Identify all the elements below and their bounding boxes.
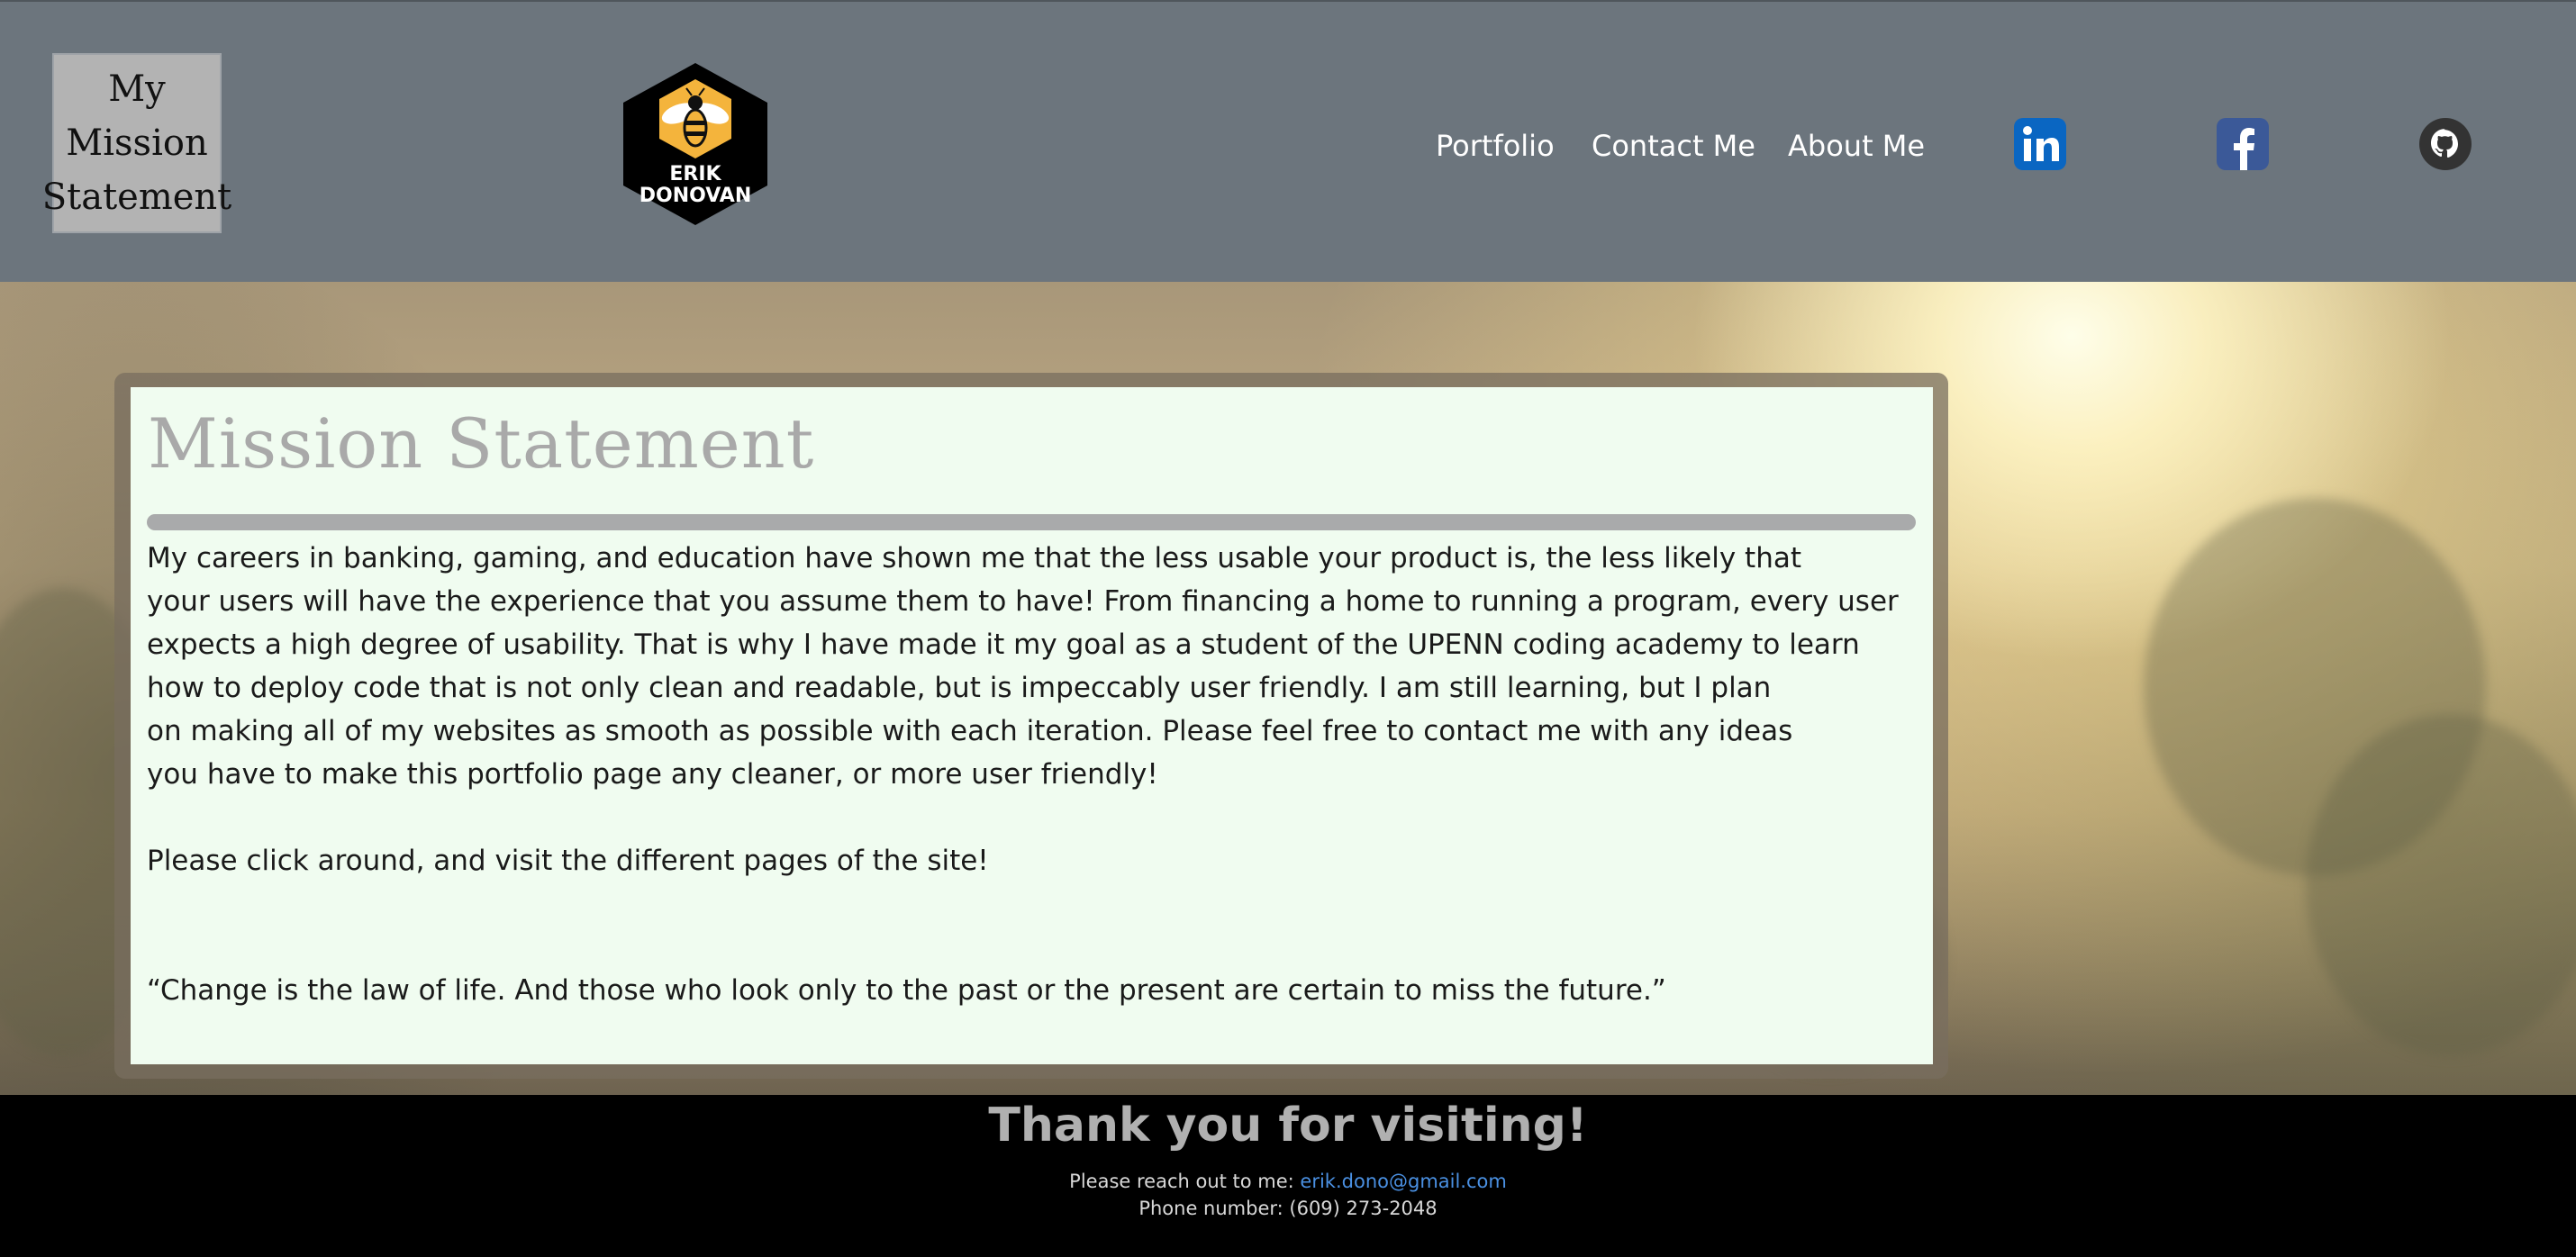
phone-text: Phone number: (609) 273-2048 xyxy=(1138,1198,1438,1219)
github-link[interactable] xyxy=(2417,116,2473,172)
background-tree xyxy=(2306,714,2576,1056)
logo-text-line2: DONOVAN xyxy=(639,185,751,207)
nav-about-link[interactable]: About Me xyxy=(1788,126,1925,166)
page-title: Mission Statement xyxy=(148,403,815,484)
facebook-link[interactable] xyxy=(2215,116,2271,172)
brand-line: Mission xyxy=(66,122,208,164)
paragraph-line: on making all of my websites as smooth a… xyxy=(147,715,1793,747)
nav-contact-link[interactable]: Contact Me xyxy=(1592,126,1755,166)
brand-text: My Mission Statement xyxy=(42,62,232,224)
linkedin-icon xyxy=(2014,118,2066,170)
mission-card: Mission Statement My careers in banking,… xyxy=(131,387,1933,1064)
contact-prefix: Please reach out to me: xyxy=(1069,1171,1301,1192)
brand-link[interactable]: My Mission Statement xyxy=(42,53,231,233)
brand-line: My xyxy=(108,68,166,110)
main-section: Mission Statement My careers in banking,… xyxy=(0,282,2576,1095)
site-header: My Mission Statement ERIK DONOVAN Portfo… xyxy=(0,0,2576,282)
brand-line: Statement xyxy=(41,176,232,218)
footer-contact-line: Please reach out to me: erik.dono@gmail.… xyxy=(0,1171,2576,1192)
facebook-icon xyxy=(2217,118,2269,170)
linkedin-link[interactable] xyxy=(2012,116,2068,172)
email-link[interactable]: erik.dono@gmail.com xyxy=(1300,1171,1506,1192)
paragraph-line: how to deploy code that is not only clea… xyxy=(147,672,1772,704)
site-footer: Thank you for visiting! Please reach out… xyxy=(0,1095,2576,1257)
divider xyxy=(147,514,1916,530)
bee-logo-icon: ERIK DONOVAN xyxy=(623,63,767,225)
paragraph-line: expects a high degree of usability. That… xyxy=(147,628,1860,661)
paragraph-line: your users will have the experience that… xyxy=(147,585,1899,618)
paragraph-line: you have to make this portfolio page any… xyxy=(147,758,1158,791)
nav-portfolio-link[interactable]: Portfolio xyxy=(1436,126,1555,166)
github-icon xyxy=(2419,118,2472,170)
logo-text-line1: ERIK xyxy=(669,163,721,185)
quote-text: “Change is the law of life. And those wh… xyxy=(147,974,1666,1007)
paragraph-line: My careers in banking, gaming, and educa… xyxy=(147,542,1801,574)
mission-paragraph: My careers in banking, gaming, and educa… xyxy=(147,537,1912,796)
invitation-text: Please click around, and visit the diffe… xyxy=(147,845,989,877)
footer-title: Thank you for visiting! xyxy=(988,1099,1588,1153)
